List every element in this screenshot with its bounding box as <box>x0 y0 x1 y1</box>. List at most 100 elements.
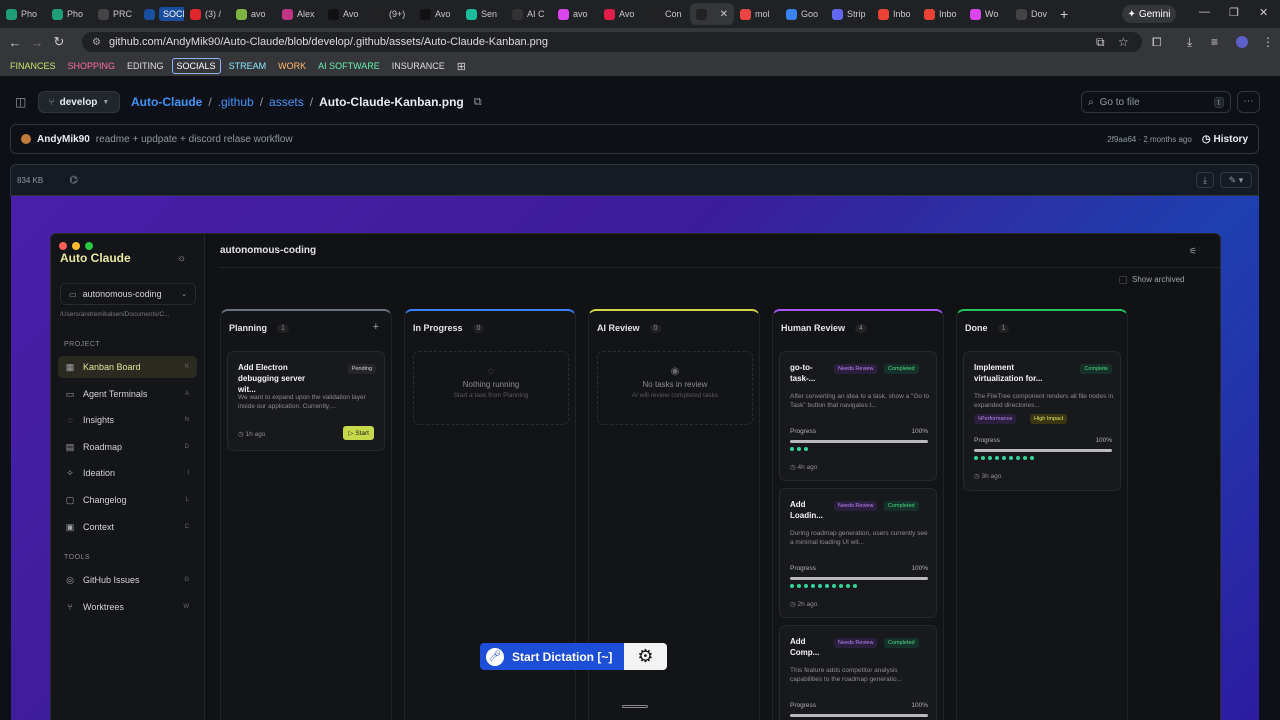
start-button[interactable]: ▷ Start <box>343 426 374 440</box>
commit-meta[interactable]: 2f9aa64 · 2 months ago <box>1107 135 1192 144</box>
browser-tab[interactable]: Alex <box>276 3 322 25</box>
bookmark-editing[interactable]: EDITING <box>123 59 168 73</box>
new-tab-icon[interactable]: + <box>1060 6 1068 22</box>
sidebar-item-kanban-board[interactable]: ▦ Kanban Board K <box>58 356 197 378</box>
start-dictation-button[interactable]: 🎤︎ Start Dictation [~] <box>480 643 624 670</box>
browser-tab[interactable]: Dov <box>1010 3 1056 25</box>
task-card[interactable]: Add Comp... Needs Review Completed This fea… <box>779 625 937 720</box>
more-options-button[interactable]: ⋯ <box>1237 91 1260 113</box>
sun-icon[interactable]: ☼ <box>177 253 186 264</box>
breadcrumb-assets[interactable]: assets <box>269 95 304 109</box>
browser-tab[interactable]: Wo <box>964 3 1010 25</box>
commit-author[interactable]: AndyMik90 <box>37 134 90 145</box>
go-to-file-input[interactable]: ⌕ Go to file t <box>1081 91 1231 113</box>
sidebar-toggle-icon[interactable]: ◫ <box>15 95 26 109</box>
browser-tab[interactable]: (3) / <box>184 3 230 25</box>
section-project: PROJECT <box>64 341 101 348</box>
back-icon[interactable]: ← <box>4 35 26 50</box>
url-bar[interactable]: ⚙ github.com/AndyMik90/Auto-Claude/blob/… <box>82 32 1142 52</box>
copilot-icon[interactable]: ⌬ <box>69 175 78 186</box>
tab-favicon-icon <box>190 8 201 20</box>
sidebar-item-insights[interactable]: ◌ Insights N <box>58 409 197 431</box>
sidebar-item-roadmap[interactable]: ▤ Roadmap D <box>58 436 197 458</box>
apps-grid-icon[interactable]: ⊞ <box>457 60 466 73</box>
task-card[interactable]: go-to-task-... Needs Review Completed After… <box>779 351 937 481</box>
profile-avatar[interactable] <box>1236 36 1248 48</box>
browser-tab[interactable]: Avo <box>598 3 644 25</box>
sidebar-item-context[interactable]: ▣ Context C <box>58 516 197 538</box>
task-card[interactable]: Implement virtualization for... Complete T… <box>963 351 1121 491</box>
checkbox[interactable] <box>1119 275 1127 284</box>
browser-tab[interactable]: Con <box>644 3 690 25</box>
bookmark-insurance[interactable]: INSURANCE <box>388 59 449 73</box>
browser-tab[interactable]: Strip <box>826 3 872 25</box>
sidebar-item-ideation[interactable]: ✧ Ideation I <box>58 462 197 484</box>
tab-favicon-icon <box>832 8 843 20</box>
step-dot <box>790 584 794 588</box>
extensions-icon[interactable]: ⧠ <box>1152 35 1162 50</box>
show-archived-toggle[interactable]: Show archived <box>1119 275 1184 284</box>
browser-tab[interactable]: avo <box>552 3 598 25</box>
bookmark-ai-software[interactable]: AI SOFTWARE <box>314 59 384 73</box>
branch-selector[interactable]: ⑂ develop ▼ <box>38 91 120 113</box>
browser-tab[interactable]: Sen <box>460 3 506 25</box>
menu-icon[interactable]: ⋮ <box>1262 35 1274 49</box>
bookmark-shopping[interactable]: SHOPPING <box>64 59 120 73</box>
bookmark-stream[interactable]: STREAM <box>225 59 271 73</box>
browser-tab[interactable]: SOCIALS <box>138 3 184 25</box>
browser-tab[interactable]: ✕ <box>690 3 734 25</box>
browser-tab[interactable]: AI C <box>506 3 552 25</box>
breadcrumb-repo[interactable]: Auto-Claude <box>131 95 202 109</box>
board-title: autonomous-coding <box>220 245 317 256</box>
edit-button[interactable]: ✎ ▾ <box>1220 172 1252 188</box>
browser-tab[interactable]: (9+) <box>368 3 414 25</box>
gear-icon[interactable]: ⚙ <box>624 643 667 670</box>
forward-icon[interactable]: → <box>26 35 48 50</box>
sidebar-item-changelog[interactable]: ▢ Changelog L <box>58 489 197 511</box>
close-window-icon[interactable]: ✕ <box>1259 6 1268 19</box>
task-card[interactable]: Add Loadin... Needs Review Completed During… <box>779 488 937 618</box>
breadcrumb-github[interactable]: .github <box>218 95 254 109</box>
bookmark-work[interactable]: WORK <box>274 59 310 73</box>
project-selector[interactable]: ▭ autonomous-coding ⌄ <box>60 283 196 305</box>
download-icon[interactable]: ⤓ <box>1187 35 1192 50</box>
tab-favicon-icon <box>878 8 889 20</box>
site-info-icon[interactable]: ⚙ <box>92 37 101 48</box>
resize-handle[interactable] <box>622 705 648 708</box>
add-task-icon[interactable]: + <box>373 321 379 333</box>
bookmark-star-icon[interactable]: ☆ <box>1118 35 1129 49</box>
browser-tab[interactable]: Goo <box>780 3 826 25</box>
restore-icon[interactable]: ❐ <box>1229 6 1239 19</box>
sidebar-item-agent-terminals[interactable]: ▭ Agent Terminals A <box>58 383 197 405</box>
sidebar-item-github-issues[interactable]: ◎ GitHub Issues G <box>58 569 197 591</box>
browser-tab[interactable]: Avo <box>322 3 368 25</box>
browser-tab[interactable]: avo <box>230 3 276 25</box>
cast-icon[interactable]: ⧉ <box>1096 35 1105 50</box>
commit-message[interactable]: readme + updpate + discord relase workfl… <box>96 134 293 145</box>
tab-favicon-icon <box>970 8 981 20</box>
reload-icon[interactable]: ↻ <box>48 34 70 50</box>
copy-path-icon[interactable]: ⧉ <box>474 96 482 109</box>
playlist-icon[interactable]: ≡ <box>1211 35 1218 49</box>
card-title: Add Electron debugging server wit... <box>238 363 306 394</box>
sidebar-item-worktrees[interactable]: ⑂ Worktrees W <box>58 596 197 618</box>
browser-tab[interactable]: Pho <box>0 3 46 25</box>
browser-tab[interactable]: PRC <box>92 3 138 25</box>
column-count: 1 <box>277 323 289 333</box>
browser-tab[interactable]: Inbo <box>872 3 918 25</box>
download-raw-button[interactable]: ⤓ <box>1196 172 1214 188</box>
bookmark-socials[interactable]: SOCIALS <box>171 58 221 74</box>
bookmark-finances[interactable]: FINANCES <box>6 59 60 73</box>
close-tab-icon[interactable]: ✕ <box>720 9 728 20</box>
settings-sliders-icon[interactable]: ⚟ <box>1189 246 1197 257</box>
browser-tab[interactable]: Inbo <box>918 3 964 25</box>
gemini-button[interactable]: ✦ Gemini <box>1122 5 1176 23</box>
minimize-icon[interactable]: — <box>1199 6 1210 18</box>
browser-tab[interactable]: mol <box>734 3 780 25</box>
browser-tab[interactable]: Avo <box>414 3 460 25</box>
shortcut-key: I <box>187 470 189 477</box>
empty-subtitle: Start a task from Planning <box>453 392 529 399</box>
browser-tab[interactable]: Pho <box>46 3 92 25</box>
history-button[interactable]: ◷ History <box>1202 134 1248 145</box>
task-card[interactable]: Add Electron debugging server wit... Pend… <box>227 351 385 451</box>
